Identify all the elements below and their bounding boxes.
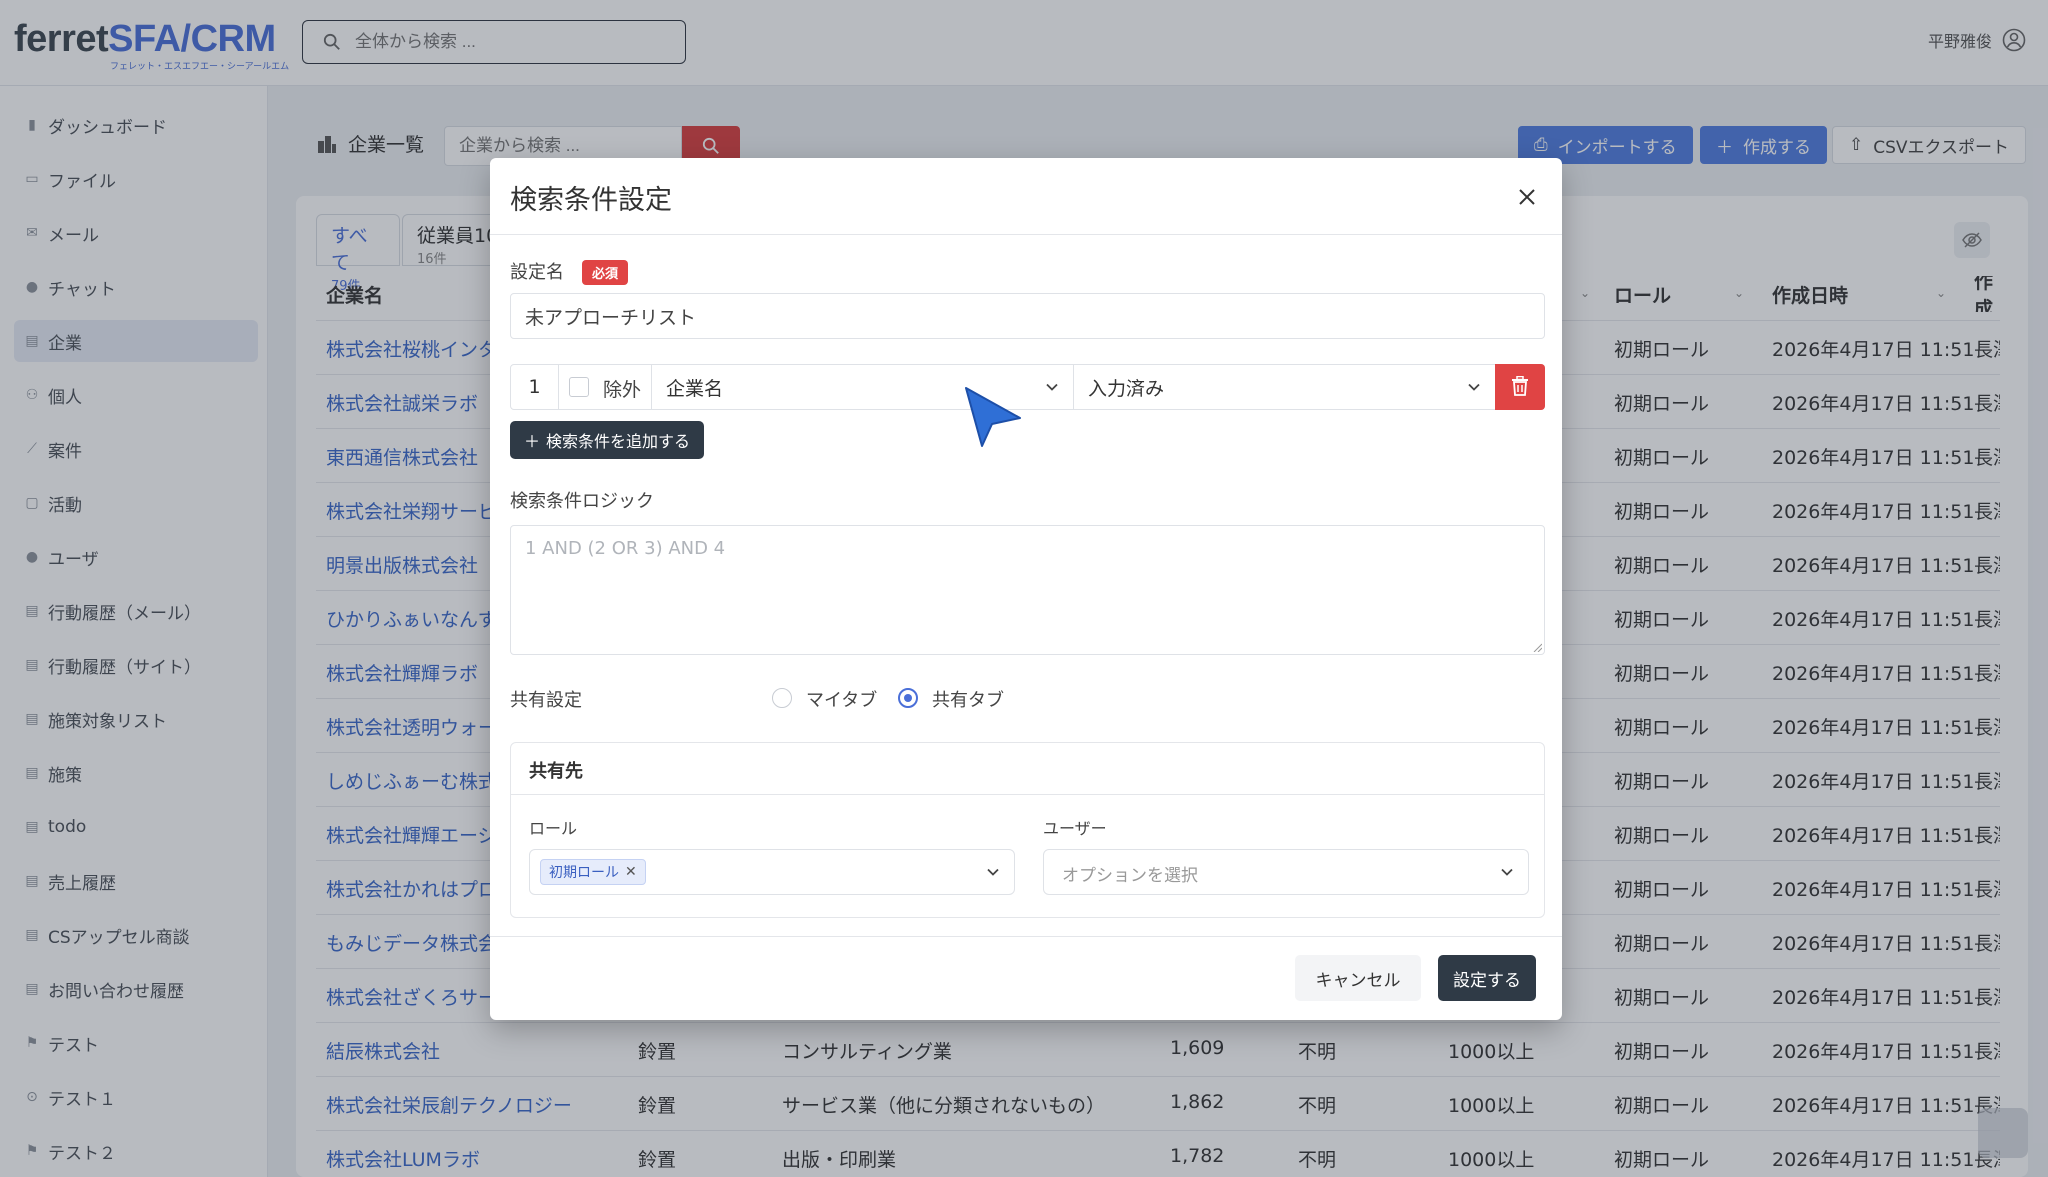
radio-my-tab[interactable] <box>772 688 792 708</box>
condition-operator-select[interactable]: 入力済み <box>1073 365 1495 409</box>
condition-row: 1 除外 企業名 入力済み <box>510 364 1545 410</box>
user-select[interactable]: オプションを選択 <box>1043 849 1529 895</box>
add-condition-label: 検索条件を追加する <box>546 432 691 451</box>
condition-number: 1 <box>511 365 559 409</box>
user-select-placeholder: オプションを選択 <box>1062 866 1198 886</box>
role-tag-label: 初期ロール <box>549 865 619 881</box>
logic-label: 検索条件ロジック <box>510 491 654 512</box>
exclude-checkbox[interactable] <box>569 377 589 397</box>
share-setting-label: 共有設定 <box>510 690 582 711</box>
setting-name-label: 設定名 <box>510 262 564 283</box>
role-select[interactable]: 初期ロール ✕ <box>529 849 1015 895</box>
logic-placeholder: 1 AND (2 OR 3) AND 4 <box>525 538 726 559</box>
add-condition-button[interactable]: ＋ 検索条件を追加する <box>510 421 705 459</box>
modal-footer: キャンセル 設定する <box>490 936 1562 1020</box>
remove-tag-icon[interactable]: ✕ <box>625 864 637 880</box>
resize-handle-icon[interactable] <box>1532 642 1542 652</box>
modal-header: 検索条件設定 <box>490 158 1562 235</box>
chevron-down-icon <box>1501 868 1513 876</box>
modal-title: 検索条件設定 <box>510 185 672 216</box>
radio-shared-tab[interactable] <box>898 688 918 708</box>
share-target-box: 共有先 ロール 初期ロール ✕ ユーザー オプションを選択 <box>510 742 1545 918</box>
chevron-down-icon <box>987 868 999 876</box>
role-label: ロール <box>529 819 578 838</box>
submit-button[interactable]: 設定する <box>1438 955 1536 1001</box>
user-label: ユーザー <box>1043 819 1107 838</box>
condition-field-value: 企業名 <box>666 377 724 400</box>
role-tag: 初期ロール ✕ <box>540 859 646 885</box>
close-icon[interactable] <box>1514 184 1540 210</box>
plus-icon: ＋ <box>524 432 541 451</box>
radio-my-tab-label[interactable]: マイタブ <box>806 686 877 712</box>
chevron-down-icon <box>1046 383 1058 391</box>
required-badge: 必須 <box>582 260 629 285</box>
share-target-title: 共有先 <box>511 743 1544 795</box>
mouse-cursor-icon <box>965 387 1021 447</box>
delete-condition-button[interactable] <box>1495 364 1545 410</box>
logic-textarea[interactable]: 1 AND (2 OR 3) AND 4 <box>510 525 1545 655</box>
trash-icon <box>1512 376 1528 396</box>
condition-operator-value: 入力済み <box>1088 377 1165 400</box>
search-condition-modal: 検索条件設定 設定名 必須 未アプローチリスト 1 除外 企業名 入力済み ＋ … <box>490 158 1562 1020</box>
chevron-down-icon <box>1468 383 1480 391</box>
cancel-button[interactable]: キャンセル <box>1295 955 1421 1001</box>
setting-name-input[interactable]: 未アプローチリスト <box>510 293 1545 339</box>
radio-shared-tab-label[interactable]: 共有タブ <box>932 686 1004 712</box>
exclude-label: 除外 <box>603 379 642 401</box>
